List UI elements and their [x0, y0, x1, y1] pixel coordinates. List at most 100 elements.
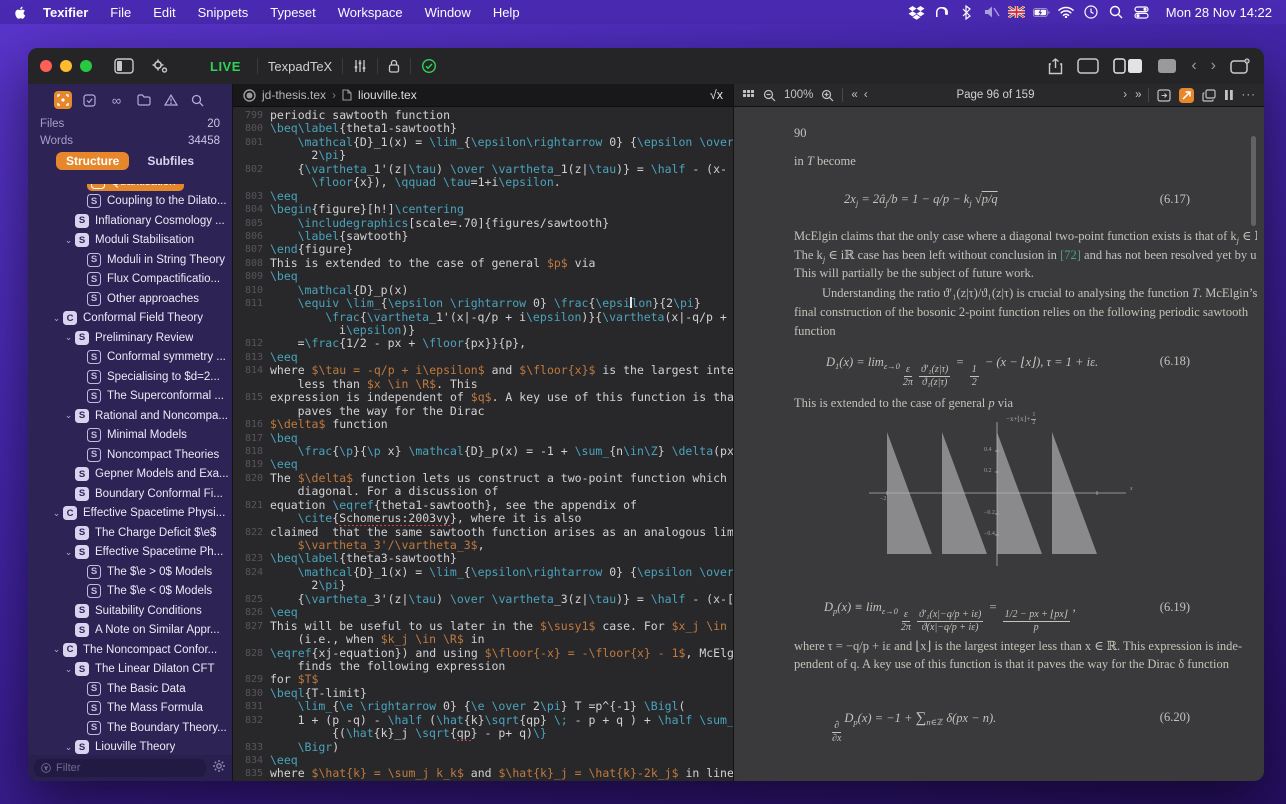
code-line[interactable]: 8321 + (p -q) - \half (\hat{k}\sqrt{qp} … [233, 714, 733, 727]
keyboard-flag-icon[interactable] [1008, 4, 1025, 21]
code-line[interactable]: $\vartheta_3'/\vartheta_3$, [233, 539, 733, 552]
menu-typeset[interactable]: Typeset [259, 5, 327, 20]
tree-item[interactable]: SThe $\e < 0$ Models [28, 582, 232, 602]
tree-item[interactable]: SConformal symmetry ... [28, 348, 232, 368]
code-line[interactable]: 835where $\hat{k} = \sum_j k_k$ and $\ha… [233, 767, 733, 780]
code-line[interactable]: less than $x \in \R$. This [233, 378, 733, 391]
code-line[interactable]: 822claimed that the same sawtooth functi… [233, 526, 733, 539]
code-line[interactable]: 817\beq [233, 432, 733, 445]
structure-mode-icon[interactable] [54, 91, 72, 109]
tree-item[interactable]: ⌄SPreliminary Review [28, 328, 232, 348]
code-line[interactable]: 801\mathcal{D}_1(x) = \lim_{\epsilon\rig… [233, 136, 733, 149]
pdf-scrollbar[interactable] [1251, 136, 1256, 226]
tree-item[interactable]: SQuantisation [28, 184, 232, 192]
code-line[interactable]: 830\beql{T-limit} [233, 687, 733, 700]
page-indicator[interactable]: Page 96 of 159 [876, 89, 1116, 101]
code-line[interactable]: 828\eqref{xj-equation}) and using $\floo… [233, 647, 733, 660]
code-line[interactable]: \floor{x}), \qquad \tau=1+i\epsilon. [233, 176, 733, 189]
tree-item[interactable]: SCoupling to the Dilato... [28, 192, 232, 212]
sidebar-toggle-icon[interactable] [114, 58, 134, 74]
tree-item[interactable]: ⌄SEffective Spacetime Ph... [28, 543, 232, 563]
code-line[interactable]: 814where $\tau = -q/p + i\epsilon$ and $… [233, 364, 733, 377]
bluetooth-icon[interactable] [958, 4, 975, 21]
disclosure-chevron-icon[interactable]: ⌄ [62, 410, 75, 421]
zoom-level[interactable]: 100% [784, 89, 813, 101]
lock-icon[interactable] [388, 59, 400, 73]
code-line[interactable]: 808This is extended to the case of gener… [233, 257, 733, 270]
menu-workspace[interactable]: Workspace [327, 5, 414, 20]
tree-item[interactable]: SThe Mass Formula [28, 699, 232, 719]
history-back-button[interactable]: ‹ [1191, 58, 1196, 74]
symbols-infinity-icon[interactable]: ∞ [108, 91, 126, 109]
new-window-icon[interactable] [1230, 58, 1250, 74]
code-line[interactable]: finds the following expression [233, 660, 733, 673]
menu-window[interactable]: Window [414, 5, 482, 20]
disclosure-chevron-icon[interactable]: ⌄ [50, 644, 63, 655]
filter-input[interactable]: Filter [34, 759, 206, 777]
sync-source-icon[interactable] [1157, 89, 1171, 102]
code-line[interactable]: 811\equiv \lim_{\epsilon \rightarrow 0} … [233, 297, 733, 310]
engine-selector[interactable]: TexpadTeX [268, 59, 332, 74]
disclosure-chevron-icon[interactable]: ⌄ [50, 313, 63, 324]
disclosure-chevron-icon[interactable]: ⌄ [62, 742, 75, 753]
search-icon[interactable] [189, 91, 207, 109]
math-preview-button[interactable]: √x [710, 88, 723, 102]
tree-item[interactable]: SSpecialising to $d=2... [28, 367, 232, 387]
tree-item[interactable]: SInflationary Cosmology ... [28, 211, 232, 231]
tree-item[interactable]: SOther approaches [28, 289, 232, 309]
tree-item[interactable]: SThe Superconformal ... [28, 387, 232, 407]
code-line[interactable]: 833\Bigr) [233, 741, 733, 754]
live-typeset-label[interactable]: LIVE [210, 59, 241, 74]
filter-settings-gear-icon[interactable] [212, 759, 226, 778]
tree-item[interactable]: SBoundary Conformal Fi... [28, 484, 232, 504]
tree-item[interactable]: SThe Charge Deficit $\e$ [28, 523, 232, 543]
breadcrumb-root[interactable]: jd-thesis.tex [262, 88, 326, 102]
close-button[interactable] [40, 60, 52, 72]
zoom-out-icon[interactable] [763, 89, 776, 102]
disclosure-chevron-icon[interactable]: ⌄ [62, 332, 75, 343]
code-line[interactable]: diagonal. For a discussion of [233, 485, 733, 498]
tree-item[interactable]: ⌄SModuli Stabilisation [28, 231, 232, 251]
control-center-icon[interactable] [1133, 4, 1150, 21]
code-line[interactable]: 826\eeq [233, 606, 733, 619]
code-line[interactable]: 805\includegraphics[scale=.70]{figures/s… [233, 217, 733, 230]
menu-help[interactable]: Help [482, 5, 531, 20]
tree-item[interactable]: SThe Boundary Theory... [28, 718, 232, 738]
code-line[interactable]: 834\eeq [233, 754, 733, 767]
code-line[interactable]: \frac{\vartheta_1'(x|-q/p + i\epsilon)}{… [233, 311, 733, 324]
layout-pdf-only-button[interactable] [1157, 58, 1177, 74]
pause-typeset-icon[interactable] [1224, 89, 1234, 101]
code-line[interactable]: 816$\delta$ function [233, 418, 733, 431]
code-line[interactable]: 827This will be useful to us later in th… [233, 620, 733, 633]
code-line[interactable]: 804\begin{figure}[h!]\centering [233, 203, 733, 216]
wifi-icon[interactable] [1058, 4, 1075, 21]
tree-item[interactable]: SNoncompact Theories [28, 445, 232, 465]
code-line[interactable]: 802{\vartheta_1'(z|\tau) \over \vartheta… [233, 163, 733, 176]
thumbnails-grid-icon[interactable] [742, 89, 755, 101]
jump-to-source-icon[interactable] [1179, 88, 1194, 103]
code-line[interactable]: {(\hat{k}_j \sqrt{qp} - p+ q)\} [233, 727, 733, 740]
menu-texifier[interactable]: Texifier [32, 5, 99, 20]
apple-menu-icon[interactable] [12, 4, 28, 20]
settings-gears-icon[interactable] [150, 58, 170, 74]
zoom-in-icon[interactable] [821, 89, 834, 102]
tree-item[interactable]: SSuitability Conditions [28, 601, 232, 621]
menu-snippets[interactable]: Snippets [187, 5, 260, 20]
code-line[interactable]: paves the way for the Dirac [233, 405, 733, 418]
code-line[interactable]: (i.e., when $k_j \in \R$ in [233, 633, 733, 646]
code-line[interactable]: 807\end{figure} [233, 243, 733, 256]
typeset-options-icon[interactable] [353, 59, 367, 73]
app-elephant-icon[interactable] [933, 4, 950, 21]
code-area[interactable]: 799periodic sawtooth function800\beq\lab… [233, 106, 733, 781]
tree-item[interactable]: SMinimal Models [28, 426, 232, 446]
code-line[interactable]: 810\mathcal{D}_p(x) [233, 284, 733, 297]
dropbox-icon[interactable] [908, 4, 925, 21]
sound-muted-icon[interactable] [983, 4, 1000, 21]
disclosure-chevron-icon[interactable]: ⌄ [62, 547, 75, 558]
first-page-button[interactable]: « [851, 89, 855, 101]
minimize-button[interactable] [60, 60, 72, 72]
prev-page-button[interactable]: ‹ [864, 89, 868, 101]
code-line[interactable]: i\epsilon)} [233, 324, 733, 337]
tree-item[interactable]: ⌄SRational and Noncompa... [28, 406, 232, 426]
code-line[interactable]: 825{\vartheta_3'(z|\tau) \over \vartheta… [233, 593, 733, 606]
